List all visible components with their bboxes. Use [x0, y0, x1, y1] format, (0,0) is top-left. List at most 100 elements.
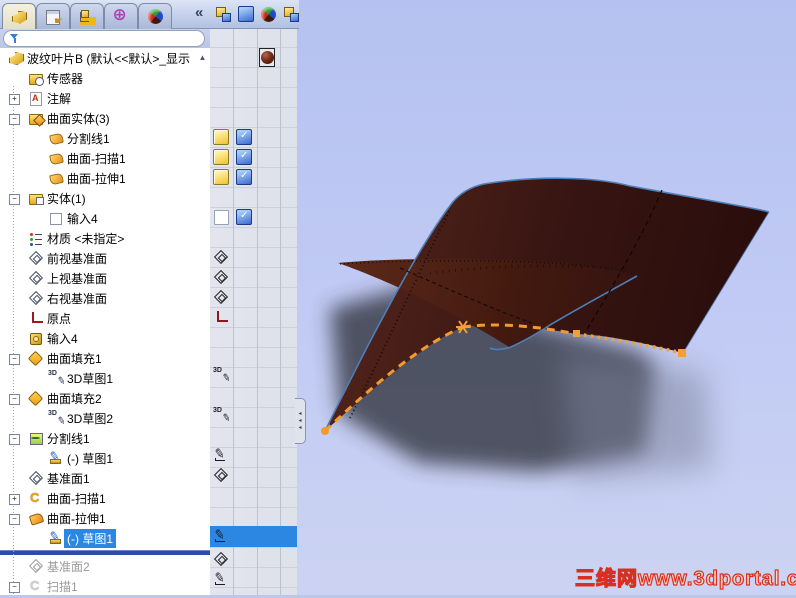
tree-scroll-up-button[interactable]: ▲ [197, 52, 208, 63]
tree-item-基准面1[interactable]: 基准面1 [0, 468, 210, 488]
tree-item-曲面填充2[interactable]: − 曲面填充2 [0, 388, 210, 408]
tree-item-前视基准面[interactable]: 前视基准面 [0, 248, 210, 268]
expand-toggle[interactable]: + [9, 94, 20, 105]
display-pane-cell[interactable] [213, 149, 229, 165]
tree-item-label[interactable]: 曲面-扫描1 [64, 149, 129, 168]
tree-item-label[interactable]: 曲面填充2 [44, 389, 105, 408]
tree-item-右视基准面[interactable]: 右视基准面 [0, 288, 210, 308]
tree-item-原点[interactable]: 原点 [0, 308, 210, 328]
display-mode-column-header[interactable] [236, 4, 256, 24]
display-pane-cell[interactable] [213, 209, 229, 225]
appearance-column-header[interactable] [258, 4, 278, 24]
tree-item-上视基准面[interactable]: 上视基准面 [0, 268, 210, 288]
collapse-toggle[interactable]: − [9, 114, 20, 125]
filter-input[interactable] [19, 31, 204, 46]
tree-item-label[interactable]: 前视基准面 [44, 249, 110, 268]
tree-item-分割线1[interactable]: − 分割线1 [0, 428, 210, 448]
tree-item-label[interactable]: 分割线1 [44, 429, 93, 448]
tree-item-label[interactable]: 上视基准面 [44, 269, 110, 288]
tree-item-label[interactable]: 基准面1 [44, 469, 93, 488]
tree-item-label[interactable]: 右视基准面 [44, 289, 110, 308]
display-pane-cell[interactable] [213, 571, 229, 587]
tree-item-曲面实体(3)[interactable]: − 曲面实体(3) [0, 108, 210, 128]
display-pane-cell[interactable] [213, 528, 229, 544]
collapse-toggle[interactable]: − [9, 514, 20, 525]
tree-item-label[interactable]: 传感器 [44, 69, 86, 88]
tree-item-label[interactable]: 曲面-拉伸1 [44, 509, 109, 528]
displaymanager-tab[interactable] [138, 3, 172, 29]
featuremanager-tab[interactable] [2, 3, 36, 29]
display-pane-collapse-button[interactable]: « [195, 4, 203, 21]
collapse-toggle[interactable]: − [9, 582, 20, 593]
tree-item-基准面2[interactable]: 基准面2 [0, 556, 210, 576]
tree-item-曲面填充1[interactable]: − 曲面填充1 [0, 348, 210, 368]
tree-item-label[interactable]: 原点 [44, 309, 74, 328]
tree-item-曲面-拉伸1[interactable]: − 曲面-拉伸1 [0, 508, 210, 528]
display-pane-cell[interactable] [213, 309, 229, 325]
sketch-endpoint-square[interactable] [678, 349, 686, 357]
propertymanager-tab[interactable] [36, 3, 70, 29]
tree-item-波纹叶片B (默认<<默认>_显示[interactable]: 波纹叶片B (默认<<默认>_显示 [0, 48, 210, 68]
tree-item-label[interactable]: 输入4 [64, 209, 101, 228]
tree-item-label[interactable]: 曲面-扫描1 [44, 489, 109, 508]
display-pane-cell[interactable] [213, 169, 229, 185]
display-pane-cell[interactable] [236, 129, 252, 145]
configurationmanager-tab[interactable] [70, 3, 104, 29]
tree-item-label[interactable]: 分割线1 [64, 129, 113, 148]
display-pane-cell[interactable] [236, 149, 252, 165]
expand-toggle[interactable]: + [9, 494, 20, 505]
tree-item-(-) 草图1[interactable]: (-) 草图1 [0, 448, 210, 468]
tree-item-传感器[interactable]: 传感器 [0, 68, 210, 88]
tree-item-label[interactable]: 曲面实体(3) [44, 109, 113, 128]
hide-show-column-header[interactable] [213, 4, 233, 24]
display-pane-cell[interactable] [213, 551, 229, 567]
display-pane-cell[interactable] [213, 367, 229, 383]
tree-item-分割线1[interactable]: 分割线1 [0, 128, 210, 148]
tree-item-label[interactable]: 注解 [44, 89, 74, 108]
tree-item-实体(1)[interactable]: − 实体(1) [0, 188, 210, 208]
dimxpertmanager-tab[interactable] [104, 3, 138, 29]
tree-item-label[interactable]: (-) 草图1 [64, 528, 116, 548]
tree-item-label[interactable]: 曲面-拉伸1 [64, 169, 129, 188]
display-pane-cell[interactable] [213, 269, 229, 285]
display-pane-cell[interactable] [213, 289, 229, 305]
rollback-bar[interactable] [0, 550, 210, 555]
tree-item-(-) 草图1[interactable]: (-) 草图1 [0, 528, 210, 548]
tree-item-曲面-扫描1[interactable]: + 曲面-扫描1 [0, 488, 210, 508]
sketch-endpoint-dot[interactable] [321, 427, 329, 435]
tree-item-曲面-扫描1[interactable]: 曲面-扫描1 [0, 148, 210, 168]
tree-item-label[interactable]: 3D草图1 [64, 369, 116, 388]
display-pane-cell[interactable] [213, 407, 229, 423]
tree-item-输入4[interactable]: 输入4 [0, 208, 210, 228]
display-pane-cell[interactable] [213, 467, 229, 483]
collapse-toggle[interactable]: − [9, 394, 20, 405]
tree-item-3D草图2[interactable]: 3D草图2 [0, 408, 210, 428]
tree-item-材质 <未指定>[interactable]: 材质 <未指定> [0, 228, 210, 248]
tree-item-label[interactable]: (-) 草图1 [64, 449, 116, 468]
display-pane-cell[interactable] [236, 169, 252, 185]
transparency-column-header[interactable] [281, 4, 301, 24]
panel-splitter-handle[interactable]: ◂ ◂ ◂ [295, 398, 306, 444]
tree-item-label[interactable]: 3D草图2 [64, 409, 116, 428]
display-pane-cell[interactable] [259, 47, 275, 67]
tree-item-label[interactable]: 扫描1 [44, 577, 81, 596]
display-pane-cell[interactable] [213, 249, 229, 265]
collapse-toggle[interactable]: − [9, 434, 20, 445]
tree-item-label[interactable]: 实体(1) [44, 189, 89, 208]
collapse-toggle[interactable]: − [9, 354, 20, 365]
sketch-point-square[interactable] [573, 330, 580, 337]
tree-item-label[interactable]: 曲面填充1 [44, 349, 105, 368]
tree-item-label[interactable]: 材质 <未指定> [44, 229, 127, 248]
collapse-toggle[interactable]: − [9, 194, 20, 205]
tree-item-label[interactable]: 波纹叶片B (默认<<默认>_显示 [24, 49, 193, 68]
tree-item-注解[interactable]: + 注解 [0, 88, 210, 108]
tree-item-扫描1[interactable]: − 扫描1 [0, 576, 210, 595]
graphics-viewport[interactable]: 三维网www.3dportal.cn [297, 0, 796, 595]
tree-item-label[interactable]: 基准面2 [44, 557, 93, 576]
display-pane-cell[interactable] [236, 209, 252, 225]
tree-item-3D草图1[interactable]: 3D草图1 [0, 368, 210, 388]
display-pane-cell[interactable] [213, 129, 229, 145]
display-pane-cell[interactable] [213, 447, 229, 463]
tree-item-曲面-拉伸1[interactable]: 曲面-拉伸1 [0, 168, 210, 188]
tree-item-输入4[interactable]: 输入4 [0, 328, 210, 348]
